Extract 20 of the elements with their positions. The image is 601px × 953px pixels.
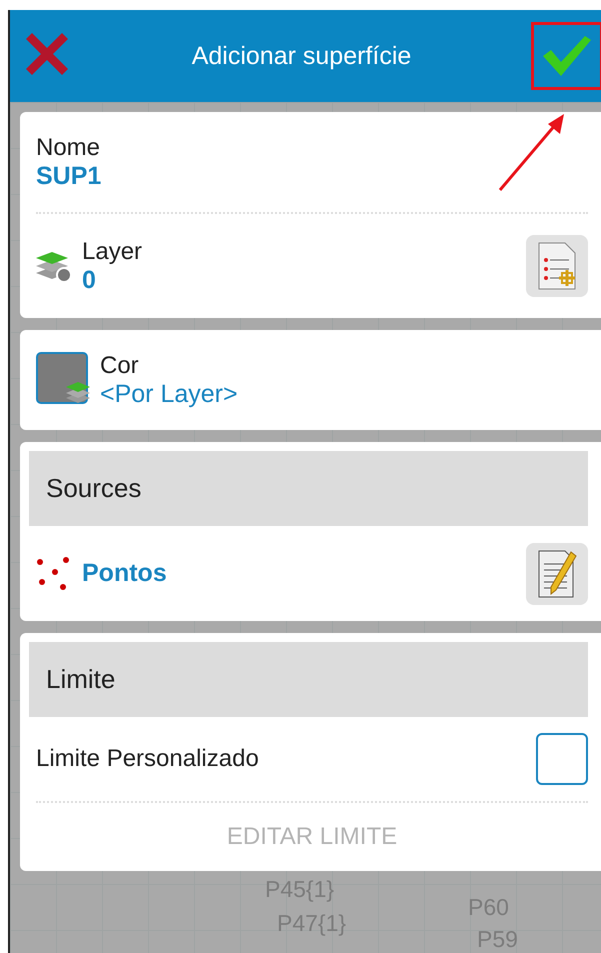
points-icon bbox=[36, 556, 72, 590]
field-label: Layer bbox=[82, 238, 144, 266]
layers-icon bbox=[36, 249, 72, 283]
checkmark-icon bbox=[543, 36, 591, 76]
section-heading: Limite bbox=[29, 642, 588, 717]
confirm-button[interactable] bbox=[531, 22, 601, 90]
color-value[interactable]: <Por Layer> bbox=[100, 380, 588, 408]
checkbox-label: Limite Personalizado bbox=[36, 745, 260, 773]
layer-list-button[interactable] bbox=[526, 235, 588, 297]
edit-sources-button[interactable] bbox=[526, 542, 588, 604]
name-value[interactable]: SUP1 bbox=[36, 162, 588, 190]
field-label: Cor bbox=[100, 352, 140, 380]
document-list-icon bbox=[537, 242, 577, 290]
document-pencil-icon bbox=[537, 550, 577, 598]
checkbox[interactable] bbox=[536, 733, 588, 785]
field-label: Nome bbox=[36, 134, 102, 162]
section-heading: Sources bbox=[29, 451, 588, 526]
layer-value[interactable]: 0 bbox=[82, 266, 516, 294]
source-item[interactable]: Pontos bbox=[82, 559, 516, 588]
dialog-title: Adicionar superfície bbox=[192, 42, 412, 70]
